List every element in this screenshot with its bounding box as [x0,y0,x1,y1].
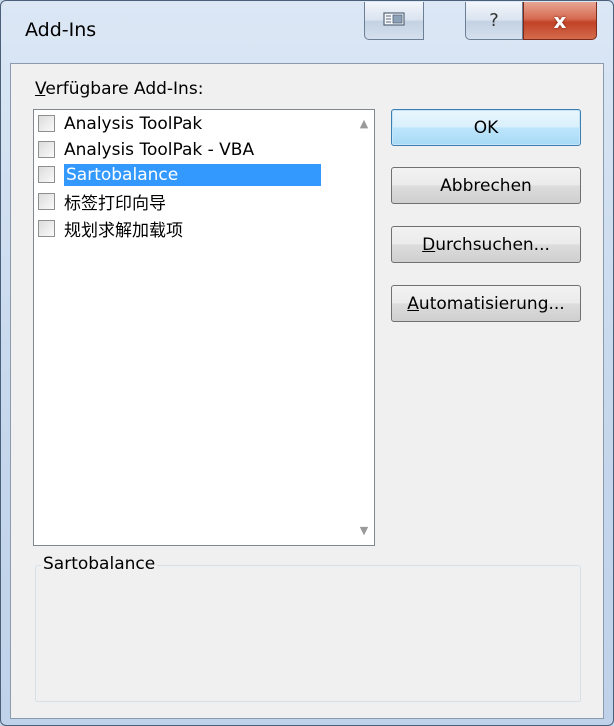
list-item-solver-addin[interactable]: 规划求解加载项 [38,215,183,242]
help-icon: ? [489,10,499,31]
compact-view-button[interactable] [364,2,424,40]
vertical-scrollbar[interactable]: ▲ ▼ [354,110,374,545]
list-item-label: 标签打印向导 [64,194,166,214]
cancel-button[interactable]: Abbrechen [391,167,581,204]
scroll-down-icon[interactable]: ▼ [354,521,374,541]
dialog-body: Verfügbare Add-Ins: Analysis ToolPak Ana… [10,63,604,719]
checkbox[interactable] [38,115,55,132]
list-item-label: 规划求解加载项 [64,221,183,241]
window-title: Add-Ins [25,19,97,41]
ok-button[interactable]: OK [391,109,581,146]
available-addins-label: Verfügbare Add-Ins: [35,79,204,99]
automation-button[interactable]: Automatisierung... [391,285,581,322]
list-item-analysis-toolpak-vba[interactable]: Analysis ToolPak - VBA [38,136,254,163]
scroll-up-icon[interactable]: ▲ [354,114,374,134]
list-item-label: Sartobalance [64,163,321,186]
addins-listbox[interactable]: Analysis ToolPak Analysis ToolPak - VBA … [33,109,375,546]
description-groupbox [35,565,581,702]
help-button[interactable]: ? [465,2,523,40]
compact-view-icon [383,11,405,30]
checkbox[interactable] [38,220,55,237]
checkbox[interactable] [38,166,55,183]
add-ins-dialog: Add-Ins ? x Verfügbare Add-Ins: Analysis… [0,0,614,726]
list-item-label-print-wizard[interactable]: 标签打印向导 [38,188,166,215]
description-title: Sartobalance [41,554,158,574]
list-item-label: Analysis ToolPak [64,113,203,134]
close-icon: x [553,8,567,33]
browse-button[interactable]: Durchsuchen... [391,226,581,263]
list-item-label: Analysis ToolPak - VBA [64,139,255,160]
checkbox[interactable] [38,141,55,158]
title-bar: Add-Ins ? x [1,1,613,63]
list-item-sartobalance[interactable]: Sartobalance [38,161,321,188]
list-item-analysis-toolpak[interactable]: Analysis ToolPak [38,110,202,137]
checkbox[interactable] [38,193,55,210]
close-button[interactable]: x [523,2,597,40]
